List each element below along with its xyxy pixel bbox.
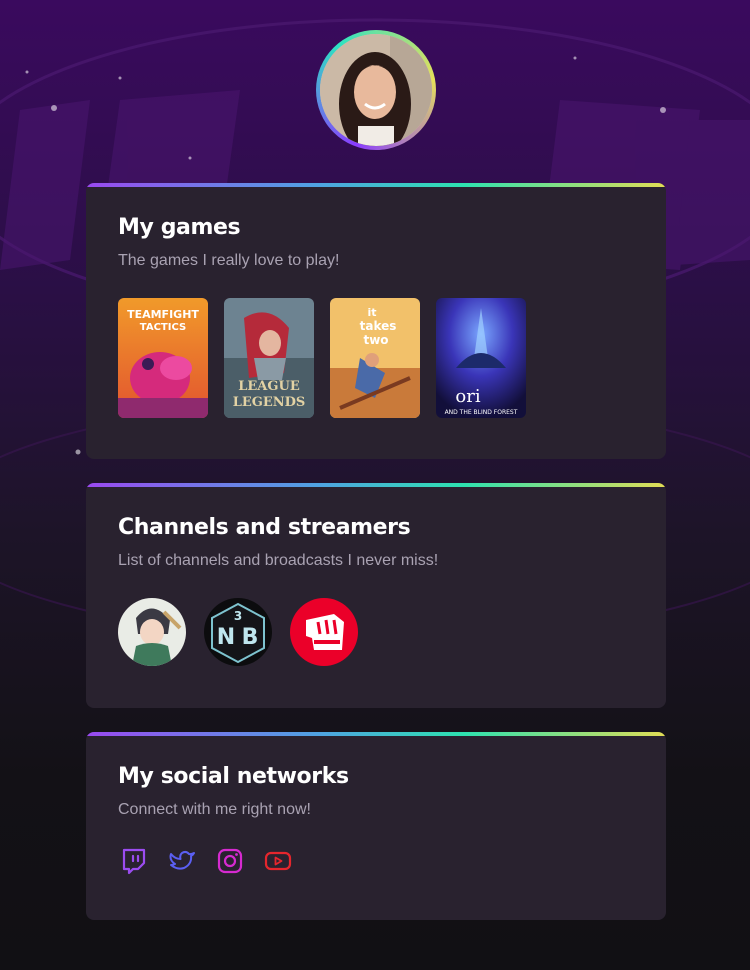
channels-card-subtitle: List of channels and broadcasts I never …	[118, 552, 439, 569]
twitter-icon[interactable]	[168, 847, 196, 875]
svg-text:LEGENDS: LEGENDS	[233, 395, 306, 410]
youtube-icon[interactable]	[264, 847, 292, 875]
instagram-icon[interactable]	[216, 847, 244, 875]
game-ori-blind-forest[interactable]: ori AND THE BLIND FOREST	[436, 298, 526, 418]
channels-card: Channels and streamers List of channels …	[86, 483, 666, 708]
profile-avatar-ring	[316, 30, 436, 150]
socials-card-subtitle: Connect with me right now!	[118, 801, 311, 818]
channel-anime-streamer[interactable]	[118, 598, 186, 666]
games-card-title: My games	[118, 215, 241, 240]
svg-text:it: it	[367, 306, 376, 319]
svg-text:B: B	[242, 625, 259, 650]
svg-text:LEAGUE: LEAGUE	[238, 379, 300, 394]
twitch-icon[interactable]	[120, 847, 148, 875]
profile-avatar	[320, 34, 432, 146]
svg-text:TEAMFIGHT: TEAMFIGHT	[127, 308, 199, 321]
socials-card: My social networks Connect with me right…	[86, 732, 666, 920]
svg-text:two: two	[363, 333, 388, 347]
svg-text:3: 3	[234, 609, 242, 623]
svg-text:ori: ori	[455, 386, 480, 407]
channel-nb-dice[interactable]: N B 3	[204, 598, 272, 666]
games-card: My games The games I really love to play…	[86, 183, 666, 459]
svg-text:TACTICS: TACTICS	[140, 322, 186, 333]
svg-text:AND THE BLIND FOREST: AND THE BLIND FOREST	[445, 409, 518, 416]
game-teamfight-tactics[interactable]: TEAMFIGHT TACTICS	[118, 298, 208, 418]
svg-text:takes: takes	[360, 319, 397, 333]
games-card-subtitle: The games I really love to play!	[118, 252, 340, 269]
socials-card-title: My social networks	[118, 764, 349, 789]
channel-riot-games[interactable]	[290, 598, 358, 666]
game-league-of-legends[interactable]: LEAGUE LEGENDS	[224, 298, 314, 418]
game-it-takes-two[interactable]: it takes two	[330, 298, 420, 418]
channels-card-title: Channels and streamers	[118, 515, 411, 540]
svg-text:N: N	[217, 625, 235, 650]
